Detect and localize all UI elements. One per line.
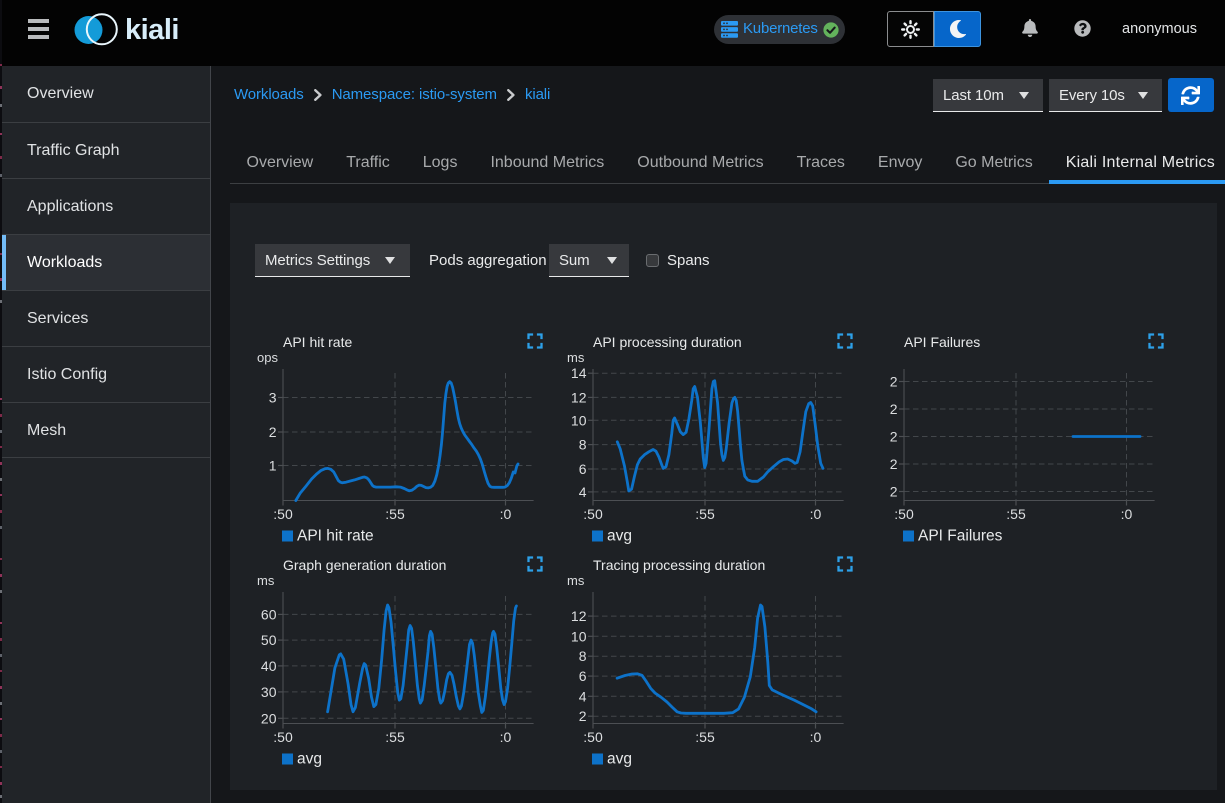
svg-text:8: 8 [579,437,587,453]
svg-text:1: 1 [269,458,277,474]
svg-text:4: 4 [579,688,587,704]
svg-text:2: 2 [579,708,587,724]
svg-text:ms: ms [567,350,585,365]
svg-text:60: 60 [261,606,277,622]
svg-text:10: 10 [571,412,587,428]
svg-text:12: 12 [571,608,587,624]
svg-text:API hit rate: API hit rate [297,528,374,545]
svg-text::50: :50 [583,506,603,522]
svg-text:40: 40 [261,658,277,674]
svg-text:3: 3 [269,390,277,406]
svg-text::55: :55 [695,506,715,522]
svg-text:20: 20 [261,710,277,726]
svg-text::0: :0 [1121,506,1133,522]
svg-text::0: :0 [500,729,512,745]
svg-text:6: 6 [579,461,587,477]
svg-text::55: :55 [695,729,715,745]
svg-text:API processing duration: API processing duration [593,334,742,350]
svg-text::0: :0 [500,506,512,522]
svg-text:2: 2 [890,401,898,417]
svg-text:avg: avg [607,528,632,545]
svg-text:2: 2 [269,424,277,440]
svg-text:2: 2 [890,429,898,445]
svg-text:4: 4 [579,484,587,500]
svg-text:avg: avg [297,751,322,768]
svg-text:10: 10 [571,628,587,644]
svg-text::50: :50 [273,729,293,745]
svg-text:ops: ops [257,350,278,365]
svg-text:6: 6 [579,668,587,684]
svg-text::50: :50 [894,506,914,522]
svg-text:API Failures: API Failures [918,528,1003,545]
svg-text:30: 30 [261,684,277,700]
svg-text::55: :55 [385,729,405,745]
svg-text:2: 2 [890,484,898,500]
svg-text:2: 2 [890,374,898,390]
svg-text:avg: avg [607,751,632,768]
svg-text::0: :0 [810,506,822,522]
svg-text:Tracing processing duration: Tracing processing duration [593,557,765,573]
svg-text:ms: ms [257,573,275,588]
svg-text::0: :0 [810,729,822,745]
svg-text:ms: ms [567,573,585,588]
svg-text::50: :50 [583,729,603,745]
svg-text:2: 2 [890,456,898,472]
svg-text:14: 14 [571,365,587,381]
svg-text::55: :55 [1006,506,1026,522]
svg-text:Graph generation duration: Graph generation duration [283,557,446,573]
svg-text:8: 8 [579,648,587,664]
svg-text:12: 12 [571,389,587,405]
svg-text:API hit rate: API hit rate [283,334,352,350]
svg-text::55: :55 [385,506,405,522]
svg-text::50: :50 [273,506,293,522]
svg-text:API Failures: API Failures [904,334,980,350]
svg-text:50: 50 [261,632,277,648]
